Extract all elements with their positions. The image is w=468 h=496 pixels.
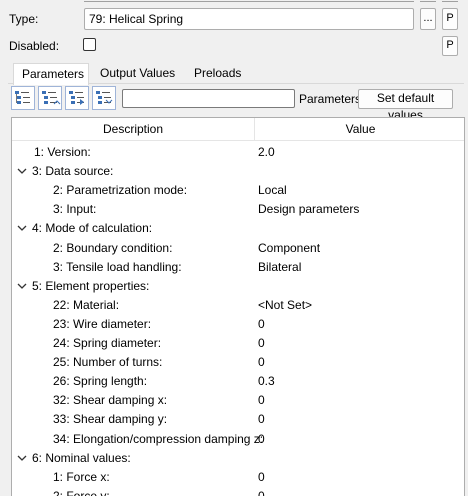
row-value[interactable]: 0 <box>258 355 265 369</box>
tree-group-row[interactable]: 3: Data source: <box>12 162 464 181</box>
row-description: 32: Shear damping x: <box>53 393 168 408</box>
column-header-value[interactable]: Value <box>255 118 464 141</box>
top-field-edge <box>84 0 414 2</box>
table-row[interactable]: 22: Material: <Not Set> <box>12 296 464 315</box>
table-row[interactable]: 2: Force y: 0 <box>12 487 464 496</box>
chevron-down-icon[interactable] <box>16 277 28 296</box>
expand-all-icon <box>15 91 30 104</box>
table-row[interactable]: 26: Spring length: 0.3 <box>12 372 464 391</box>
tab-output-values[interactable]: Output Values <box>92 63 184 84</box>
row-value[interactable]: 0 <box>258 412 265 426</box>
top-button-edge <box>442 0 458 2</box>
expand-selected-button[interactable] <box>65 86 89 110</box>
table-row[interactable]: 2: Parametrization mode: Local <box>12 181 464 200</box>
table-row[interactable]: 33: Shear damping y: 0 <box>12 410 464 429</box>
disabled-label: Disabled: <box>9 39 60 53</box>
table-row[interactable]: 3: Input: Design parameters <box>12 200 464 219</box>
p-button-disabled[interactable]: P <box>442 36 458 56</box>
row-description: 2: Boundary condition: <box>53 240 173 255</box>
row-description: 23: Wire diameter: <box>53 316 152 331</box>
table-row[interactable]: 34: Elongation/compression damping z: 0 <box>12 430 464 449</box>
table-row[interactable]: 1: Force x: 0 <box>12 468 464 487</box>
collapse-all-button[interactable] <box>38 86 62 110</box>
p-button[interactable]: P <box>442 8 458 30</box>
row-description: 34: Elongation/compression damping z: <box>53 431 264 446</box>
table-row[interactable]: 23: Wire diameter: 0 <box>12 315 464 334</box>
row-value[interactable]: 0 <box>258 317 265 331</box>
row-description: 25: Number of turns: <box>53 355 163 370</box>
row-value[interactable]: 0 <box>258 470 265 484</box>
top-button-edge <box>420 0 436 2</box>
row-description: 3: Data source: <box>32 164 114 179</box>
parameter-search-input[interactable] <box>122 89 295 108</box>
row-value[interactable]: 0.3 <box>258 374 275 388</box>
table-row[interactable]: 25: Number of turns: 0 <box>12 353 464 372</box>
expand-selected-icon <box>69 91 84 105</box>
row-description: 26: Spring length: <box>53 374 148 389</box>
row-value[interactable]: Bilateral <box>258 260 301 274</box>
row-description: 5: Element properties: <box>32 278 150 293</box>
row-value[interactable]: 0 <box>258 489 265 496</box>
row-value[interactable]: Local <box>258 183 287 197</box>
collapse-selected-icon <box>96 91 113 104</box>
row-value[interactable]: 0 <box>258 393 265 407</box>
table-row[interactable]: 1: Version: 2.0 <box>12 143 464 162</box>
row-description: 3: Input: <box>53 202 97 217</box>
row-description: 1: Version: <box>34 145 91 159</box>
chevron-down-icon[interactable] <box>16 219 28 238</box>
row-value[interactable]: 0 <box>258 432 265 446</box>
expand-all-button[interactable] <box>11 86 35 110</box>
row-description: 3: Tensile load handling: <box>53 259 182 274</box>
table-row[interactable]: 2: Boundary condition: Component <box>12 239 464 258</box>
table-row[interactable]: 32: Shear damping x: 0 <box>12 391 464 410</box>
row-value[interactable]: 2.0 <box>258 145 275 159</box>
table-row[interactable]: 24: Spring diameter: 0 <box>12 334 464 353</box>
tab-preloads[interactable]: Preloads <box>186 63 248 84</box>
row-description: 1: Force x: <box>53 469 110 484</box>
row-value[interactable]: <Not Set> <box>258 298 312 312</box>
row-value[interactable]: Design parameters <box>258 202 359 216</box>
type-label: Type: <box>9 12 39 26</box>
row-description: 33: Shear damping y: <box>53 412 168 427</box>
collapse-all-icon <box>42 91 61 105</box>
row-description: 22: Material: <box>53 297 120 312</box>
disabled-checkbox[interactable] <box>83 38 96 51</box>
column-header-description[interactable]: Description <box>12 118 255 141</box>
row-description: 24: Spring diameter: <box>53 336 162 350</box>
row-description: 4: Mode of calculation: <box>32 221 153 236</box>
tree-group-row[interactable]: 4: Mode of calculation: <box>12 219 464 238</box>
chevron-down-icon[interactable] <box>16 162 28 181</box>
row-value[interactable]: Component <box>258 241 320 255</box>
collapse-selected-button[interactable] <box>92 86 116 110</box>
row-description: 2: Parametrization mode: <box>53 183 188 198</box>
row-description: 2: Force y: <box>53 488 110 496</box>
parameters-label: Parameters: <box>299 92 365 106</box>
parameter-grid[interactable]: Description Value 1: Version: 2.0 3: Data … <box>11 117 465 496</box>
chevron-down-icon[interactable] <box>16 449 28 468</box>
set-default-values-button[interactable]: Set default values <box>358 89 453 122</box>
row-description: 6: Nominal values: <box>32 450 131 465</box>
row-value[interactable]: 0 <box>258 336 265 350</box>
table-row[interactable]: 3: Tensile load handling: Bilateral <box>12 258 464 277</box>
type-field[interactable]: 79: Helical Spring <box>84 8 414 30</box>
tab-parameters[interactable]: Parameters <box>13 63 89 85</box>
tree-group-row[interactable]: 6: Nominal values: <box>12 449 464 468</box>
browse-button[interactable]: ... <box>420 8 436 30</box>
tree-group-row[interactable]: 5: Element properties: <box>12 277 464 296</box>
